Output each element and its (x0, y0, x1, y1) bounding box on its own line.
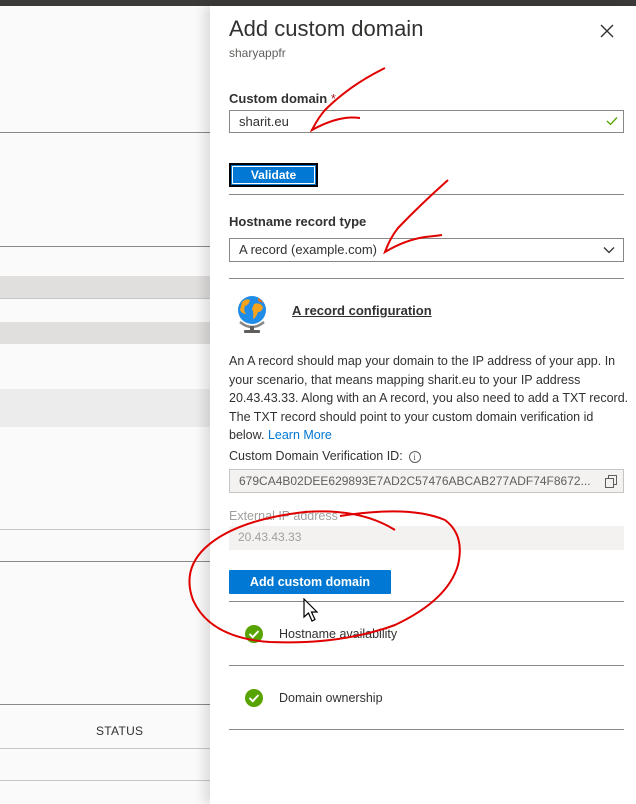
verification-id-field[interactable]: 679CA4B02DEE629893E7AD2C57476ABCAB277ADF… (229, 469, 624, 493)
table-row (0, 322, 210, 344)
divider (229, 601, 624, 602)
verification-id-value: 679CA4B02DEE629893E7AD2C57476ABCAB277ADF… (239, 474, 591, 488)
close-icon[interactable] (598, 22, 616, 40)
divider (0, 780, 210, 781)
validate-button[interactable]: Validate (229, 163, 318, 187)
chevron-down-icon (603, 247, 615, 254)
globe-icon (238, 296, 266, 333)
divider (0, 529, 210, 530)
info-icon[interactable]: i (408, 450, 421, 463)
divider (229, 194, 624, 195)
divider (0, 704, 210, 705)
status-column-header: STATUS (96, 724, 144, 738)
divider (229, 278, 624, 279)
custom-domain-value: sharit.eu (239, 114, 289, 129)
learn-more-link[interactable]: Learn More (268, 428, 332, 442)
table-row (0, 389, 210, 427)
hostname-record-type-value: A record (example.com) (239, 242, 377, 257)
external-ip-label: External IP address (229, 509, 338, 523)
success-check-icon (245, 689, 263, 707)
custom-domain-input[interactable]: sharit.eu (229, 110, 624, 133)
divider (0, 561, 210, 562)
panel-title: Add custom domain (229, 16, 424, 41)
copy-icon[interactable] (605, 475, 617, 488)
hostname-record-type-label: Hostname record type (229, 214, 367, 229)
success-check-icon (245, 625, 263, 643)
required-marker: * (330, 91, 336, 106)
external-ip-field: 20.43.43.33 (229, 526, 624, 550)
custom-domain-label-text: Custom domain (229, 91, 328, 106)
hostname-availability-label: Hostname availability (279, 627, 398, 641)
divider (0, 298, 210, 299)
add-custom-domain-button[interactable]: Add custom domain (229, 570, 391, 594)
domain-ownership-label: Domain ownership (279, 691, 383, 705)
verification-id-label-text: Custom Domain Verification ID: (229, 449, 403, 463)
table-row (0, 276, 210, 298)
divider (229, 665, 624, 666)
divider (0, 246, 210, 247)
divider (0, 748, 210, 749)
a-record-description: An A record should map your domain to th… (229, 352, 629, 445)
divider (0, 132, 210, 133)
add-custom-domain-panel: Add custom domain sharyappfr Custom doma… (210, 6, 636, 804)
panel-subtitle: sharyappfr (229, 46, 286, 60)
custom-domain-label: Custom domain * (229, 91, 336, 106)
a-record-configuration-heading: A record configuration (292, 303, 432, 318)
mouse-cursor-icon (303, 598, 319, 622)
hostname-record-type-select[interactable]: A record (example.com) (229, 238, 624, 262)
checkmark-icon (606, 117, 618, 126)
verification-id-label: Custom Domain Verification ID: i (229, 449, 421, 463)
background-page: STATUS (0, 6, 210, 804)
divider (229, 729, 624, 730)
